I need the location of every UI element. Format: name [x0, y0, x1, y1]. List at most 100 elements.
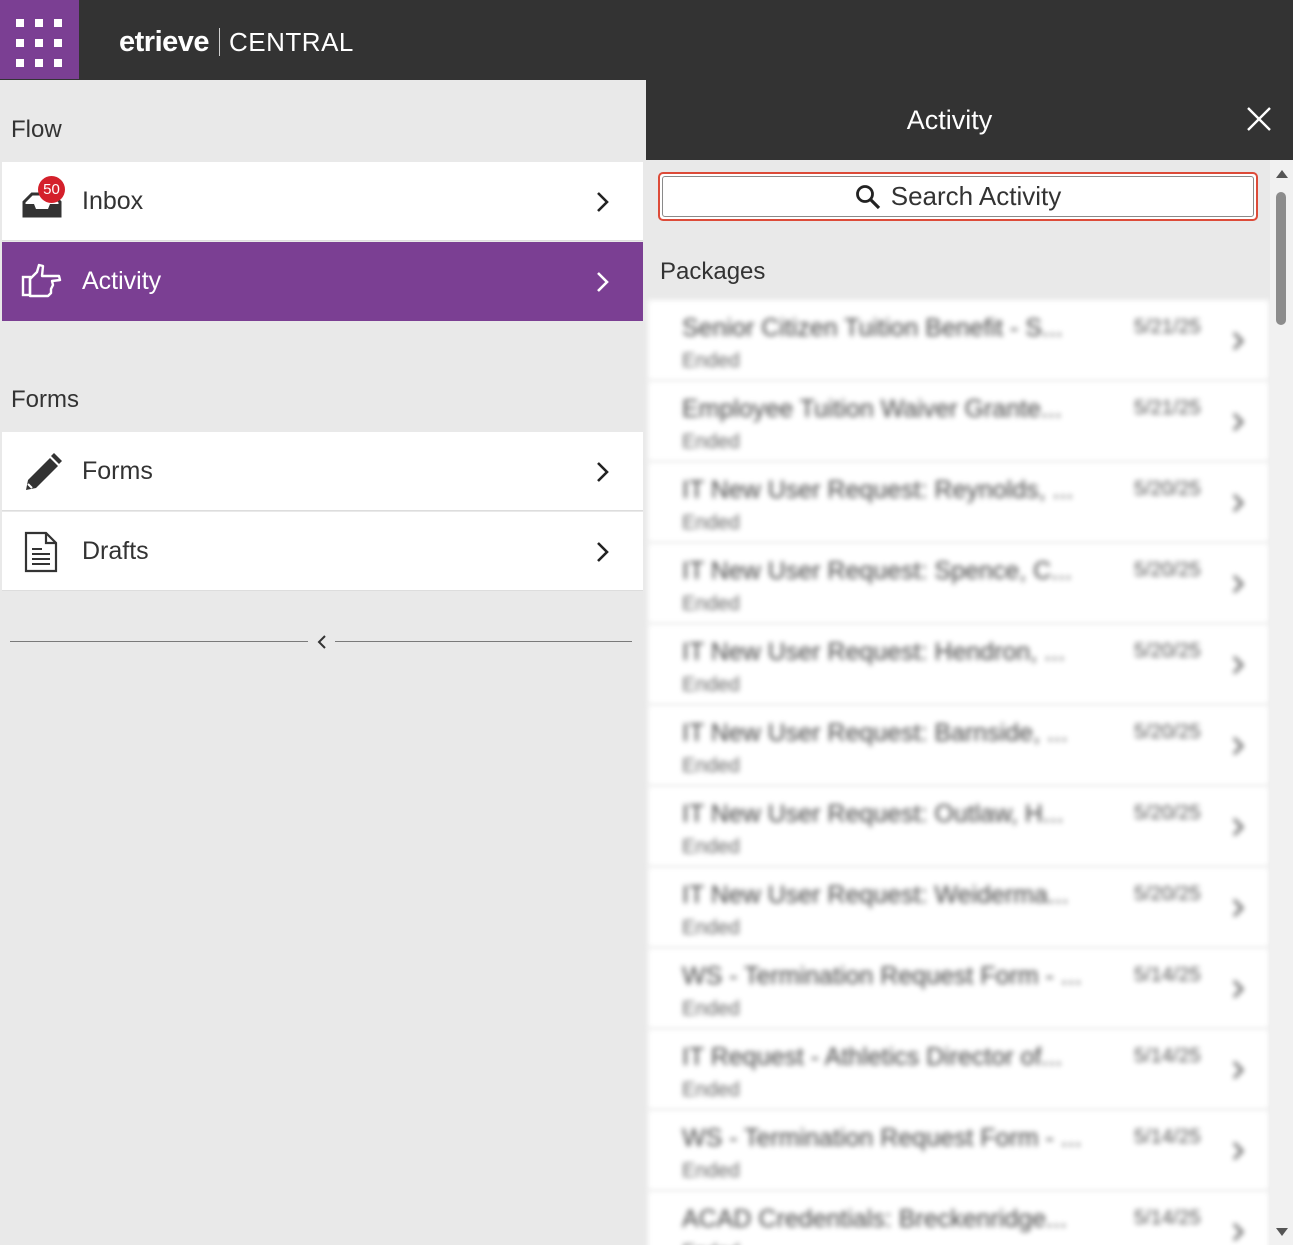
package-status: Ended	[682, 674, 740, 696]
scroll-down-arrow-icon[interactable]	[1276, 1228, 1288, 1236]
section-title-forms: Forms	[11, 386, 79, 413]
package-date: 5/14/25	[1134, 964, 1201, 986]
chevron-right-icon	[597, 272, 609, 292]
package-date: 5/14/25	[1134, 1045, 1201, 1067]
search-icon	[855, 184, 880, 209]
chevron-right-icon	[1232, 736, 1245, 756]
package-date: 5/21/25	[1134, 316, 1201, 338]
list-item[interactable]: ACAD Credentials: Breckenridge... 5/14/25…	[648, 1191, 1269, 1245]
pencil-icon	[26, 453, 62, 490]
package-title: IT New User Request: Outlaw, H...	[682, 800, 1064, 828]
inbox-count-badge: 50	[38, 176, 65, 203]
package-date: 5/20/25	[1134, 883, 1201, 905]
package-title: IT New User Request: Hendron, ...	[682, 638, 1066, 666]
search-field[interactable]: Search Activity	[662, 176, 1254, 217]
brand-logo-text: etrieve	[119, 25, 210, 58]
panel-header: Activity	[646, 80, 1293, 160]
activity-panel: Activity Search Activity Packages Senior…	[646, 80, 1293, 1245]
chevron-right-icon	[1232, 493, 1245, 513]
sidebar-collapse-divider[interactable]	[10, 632, 632, 652]
list-item[interactable]: IT New User Request: Outlaw, H... 5/20/25…	[648, 786, 1269, 867]
list-item[interactable]: IT New User Request: Barnside, ... 5/20/2…	[648, 705, 1269, 786]
sidebar-item-label: Drafts	[82, 536, 149, 565]
package-status: Ended	[682, 431, 740, 453]
package-date: 5/20/25	[1134, 640, 1201, 662]
chevron-right-icon	[1232, 655, 1245, 675]
list-item[interactable]: IT New User Request: Reynolds, ... 5/20/2…	[648, 462, 1269, 543]
list-item[interactable]: IT New User Request: Hendron, ... 5/20/25…	[648, 624, 1269, 705]
package-title: ACAD Credentials: Breckenridge...	[682, 1205, 1067, 1233]
list-item[interactable]: WS - Termination Request Form - ... 5/14/…	[648, 1110, 1269, 1191]
chevron-right-icon	[1232, 574, 1245, 594]
panel-scrollbar[interactable]	[1270, 160, 1293, 1245]
package-status: Ended	[682, 1079, 740, 1101]
list-item[interactable]: IT New User Request: Weiderma... 5/20/25 E…	[648, 867, 1269, 948]
chevron-right-icon	[597, 542, 609, 562]
package-date: 5/20/25	[1134, 721, 1201, 743]
brand-product-name: CENTRAL	[229, 26, 354, 57]
list-item[interactable]: Employee Tuition Waiver Grante... 5/21/25…	[648, 381, 1269, 462]
scroll-thumb[interactable]	[1276, 192, 1286, 325]
package-title: WS - Termination Request Form - ...	[682, 1124, 1082, 1152]
package-date: 5/14/25	[1134, 1126, 1201, 1148]
chevron-left-icon[interactable]	[314, 634, 330, 650]
package-date: 5/20/25	[1134, 802, 1201, 824]
package-date: 5/20/25	[1134, 478, 1201, 500]
list-item[interactable]: IT Request - Athletics Director of... 5/1…	[648, 1029, 1269, 1110]
list-item[interactable]: IT New User Request: Spence, C... 5/20/25…	[648, 543, 1269, 624]
package-status: Ended	[682, 836, 740, 858]
list-item[interactable]: Senior Citizen Tuition Benefit - S... 5/2…	[648, 300, 1269, 381]
sidebar-item-inbox[interactable]: 50 Inbox	[2, 162, 643, 241]
package-date: 5/21/25	[1134, 397, 1201, 419]
chevron-right-icon	[1232, 979, 1245, 999]
chevron-right-icon	[1232, 1222, 1245, 1242]
package-status: Ended	[682, 350, 740, 372]
package-date: 5/14/25	[1134, 1207, 1201, 1229]
sidebar-item-activity[interactable]: Activity	[2, 242, 643, 321]
sidebar-item-label: Activity	[82, 267, 162, 295]
packages-heading: Packages	[660, 258, 766, 285]
sidebar-item-label: Forms	[82, 456, 153, 485]
package-title: IT Request - Athletics Director of...	[682, 1043, 1063, 1071]
sidebar-item-forms[interactable]: Forms	[2, 432, 643, 511]
panel-title: Activity	[906, 105, 993, 135]
chevron-right-icon	[597, 462, 609, 482]
package-status: Ended	[682, 1241, 740, 1245]
package-status: Ended	[682, 1160, 740, 1182]
chevron-right-icon	[1232, 331, 1245, 351]
search-placeholder: Search Activity	[890, 181, 1062, 211]
section-title-flow: Flow	[11, 116, 62, 143]
package-title: WS - Termination Request Form - ...	[682, 962, 1082, 990]
document-icon	[24, 531, 58, 573]
package-status: Ended	[682, 593, 740, 615]
search-activity-input[interactable]: Search Activity	[658, 172, 1258, 221]
chevron-right-icon	[1232, 898, 1245, 918]
chevron-right-icon	[1232, 817, 1245, 837]
sidebar-item-drafts[interactable]: Drafts	[2, 512, 643, 591]
package-title: Senior Citizen Tuition Benefit - S...	[682, 314, 1063, 342]
app-grid-icon[interactable]	[0, 0, 79, 79]
package-title: IT New User Request: Spence, C...	[682, 557, 1072, 585]
divider-line-left	[10, 641, 308, 642]
package-status: Ended	[682, 917, 740, 939]
package-title: IT New User Request: Reynolds, ...	[682, 476, 1074, 504]
package-title: IT New User Request: Barnside, ...	[682, 719, 1068, 747]
scroll-up-arrow-icon[interactable]	[1276, 170, 1288, 178]
package-status: Ended	[682, 512, 740, 534]
pointing-hand-icon	[21, 263, 62, 298]
list-item[interactable]: WS - Termination Request Form - ... 5/14/…	[648, 948, 1269, 1029]
package-status: Ended	[682, 755, 740, 777]
package-title: Employee Tuition Waiver Grante...	[682, 395, 1062, 423]
package-title: IT New User Request: Weiderma...	[682, 881, 1069, 909]
package-list: Senior Citizen Tuition Benefit - S... 5/2…	[648, 300, 1269, 1245]
package-status: Ended	[682, 998, 740, 1020]
chevron-right-icon	[1232, 1141, 1245, 1161]
divider-line-right	[335, 641, 632, 642]
brand-logo: etrieve CENTRAL	[119, 22, 354, 62]
close-icon[interactable]	[1245, 105, 1273, 133]
chevron-right-icon	[1232, 412, 1245, 432]
chevron-right-icon	[597, 192, 609, 212]
sidebar: Flow 50 Inbox Activity Forms Forms Draft…	[0, 80, 645, 1245]
chevron-right-icon	[1232, 1060, 1245, 1080]
top-bar: etrieve CENTRAL	[0, 0, 1293, 80]
